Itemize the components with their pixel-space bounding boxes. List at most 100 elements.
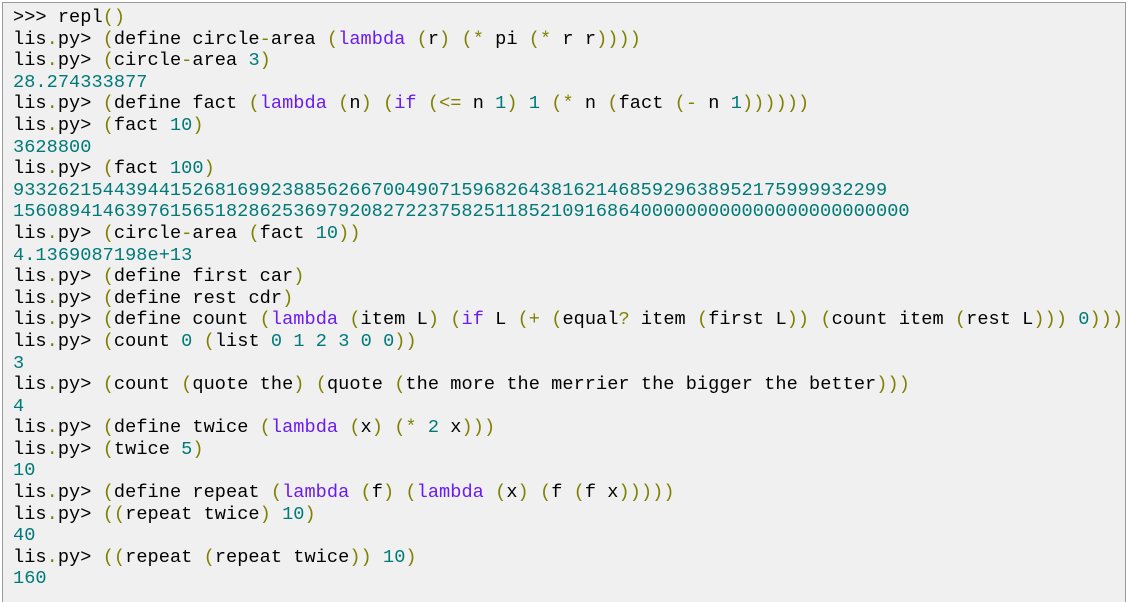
input-line: lis.py> (count 0 (list 0 1 2 3 0 0)) bbox=[13, 331, 1125, 353]
input-line: lis.py> (twice 5) bbox=[13, 439, 1125, 461]
operator: . bbox=[46, 546, 58, 568]
paren: ( bbox=[113, 546, 126, 568]
operator: . bbox=[46, 438, 58, 460]
paren: ) bbox=[293, 374, 305, 396]
operator: . bbox=[46, 330, 58, 352]
code: (define repeat (lambda (f) (lambda (x) (… bbox=[102, 482, 675, 504]
operator: * bbox=[539, 28, 552, 50]
repl-transcript: >>> repl() lis.py> (define circle-area (l… bbox=[2, 2, 1126, 602]
paren: ( bbox=[954, 309, 967, 331]
operator: . bbox=[46, 28, 58, 50]
paren: ( bbox=[394, 374, 406, 396]
paren: ( bbox=[248, 222, 260, 244]
prompt: lis.py> bbox=[13, 503, 92, 525]
prompt: lis.py> bbox=[13, 28, 92, 50]
paren: ( bbox=[674, 93, 686, 115]
prompt: lis.py> bbox=[13, 309, 92, 331]
prompt: lis.py> bbox=[13, 482, 92, 504]
paren: ( bbox=[102, 309, 114, 331]
paren: ( bbox=[349, 417, 361, 439]
code: (define circle-area (lambda (r) (* pi (*… bbox=[102, 28, 641, 50]
operator: . bbox=[46, 309, 58, 331]
prompt: lis.py> bbox=[13, 50, 92, 72]
paren: ) bbox=[427, 309, 440, 331]
paren: ( bbox=[203, 330, 215, 352]
paren: ( bbox=[259, 309, 271, 331]
paren: ( bbox=[326, 28, 339, 50]
code: (count 0 (list 0 1 2 3 0 0)) bbox=[102, 330, 417, 352]
input-line: lis.py> (count (quote the) (quote (the m… bbox=[13, 374, 1125, 396]
keyword: lambda bbox=[270, 417, 339, 439]
operator: . bbox=[46, 50, 58, 72]
paren: ) bbox=[1111, 309, 1124, 331]
code: (define fact (lambda (n) (if (<= n 1) 1 … bbox=[102, 93, 810, 115]
paren: ( bbox=[102, 330, 114, 352]
operator: . bbox=[46, 114, 58, 136]
paren: ) bbox=[1100, 309, 1112, 331]
output-line: 40 bbox=[13, 525, 36, 547]
code: (define rest cdr) bbox=[102, 287, 294, 309]
paren: ( bbox=[517, 309, 529, 331]
paren: ( bbox=[259, 417, 271, 439]
paren: ( bbox=[102, 266, 114, 288]
number-literal: 2 bbox=[427, 417, 440, 439]
input-line: lis.py> (define fact (lambda (n) (if (<=… bbox=[13, 93, 1125, 115]
operator: ? bbox=[618, 309, 630, 331]
paren: ) bbox=[282, 287, 294, 309]
paren: ) bbox=[798, 93, 810, 115]
prompt: lis.py> bbox=[13, 266, 92, 288]
paren: ) bbox=[360, 93, 372, 115]
output-line: 3 bbox=[13, 352, 25, 374]
paren: ( bbox=[539, 482, 552, 504]
operator: * bbox=[405, 417, 417, 439]
operator: . bbox=[46, 222, 58, 244]
prompt: >>> bbox=[13, 7, 47, 28]
paren: ( bbox=[573, 482, 585, 504]
paren: ( bbox=[102, 50, 114, 72]
paren: ) bbox=[483, 417, 496, 439]
prompt: lis.py> bbox=[13, 158, 92, 180]
operator: * bbox=[472, 28, 484, 50]
prompt: lis.py> bbox=[13, 287, 92, 309]
input-line: lis.py> (fact 10) bbox=[13, 115, 1125, 137]
paren: ( bbox=[102, 222, 114, 244]
operator: . bbox=[46, 287, 58, 309]
paren: ( bbox=[102, 93, 114, 115]
paren: ) bbox=[439, 28, 451, 50]
code: (circle-area (fact 10)) bbox=[102, 222, 361, 244]
paren: ) bbox=[517, 482, 529, 504]
code: (twice 5) bbox=[102, 438, 204, 460]
operator: . bbox=[46, 266, 58, 288]
input-line: lis.py> (define rest cdr) bbox=[13, 288, 1125, 310]
paren: ( bbox=[427, 93, 440, 115]
number-literal: 0 bbox=[1078, 309, 1090, 331]
input-line: lis.py> (circle-area (fact 10)) bbox=[13, 223, 1125, 245]
paren: ( bbox=[315, 374, 327, 396]
paren: ) bbox=[338, 222, 350, 244]
number-literal: 10 bbox=[315, 222, 339, 244]
number-literal: 0 bbox=[270, 330, 283, 352]
paren: ) bbox=[786, 93, 799, 115]
paren: ) bbox=[618, 28, 630, 50]
paren: ( bbox=[528, 28, 540, 50]
operator: - bbox=[181, 222, 193, 244]
paren: ) bbox=[1033, 309, 1045, 331]
operator: = bbox=[450, 93, 462, 115]
input-line: lis.py> ((repeat (repeat twice)) 10) bbox=[13, 547, 1125, 569]
code: (circle-area 3) bbox=[102, 50, 271, 72]
paren: ( bbox=[461, 28, 473, 50]
paren: ) bbox=[360, 546, 372, 568]
prompt: lis.py> bbox=[13, 438, 92, 460]
paren: ) bbox=[405, 546, 417, 568]
paren: ( bbox=[102, 158, 114, 180]
input-line: lis.py> (define count (lambda (item L) (… bbox=[13, 309, 1125, 331]
paren: ) bbox=[382, 482, 395, 504]
paren: ) bbox=[1044, 309, 1056, 331]
code: (fact 10) bbox=[102, 114, 204, 136]
prompt: lis.py> bbox=[13, 546, 92, 568]
paren: ( bbox=[338, 93, 350, 115]
paren: ) bbox=[663, 482, 675, 504]
paren: ) bbox=[596, 28, 608, 50]
paren: ) bbox=[607, 28, 619, 50]
number-literal: 1 bbox=[528, 93, 541, 115]
